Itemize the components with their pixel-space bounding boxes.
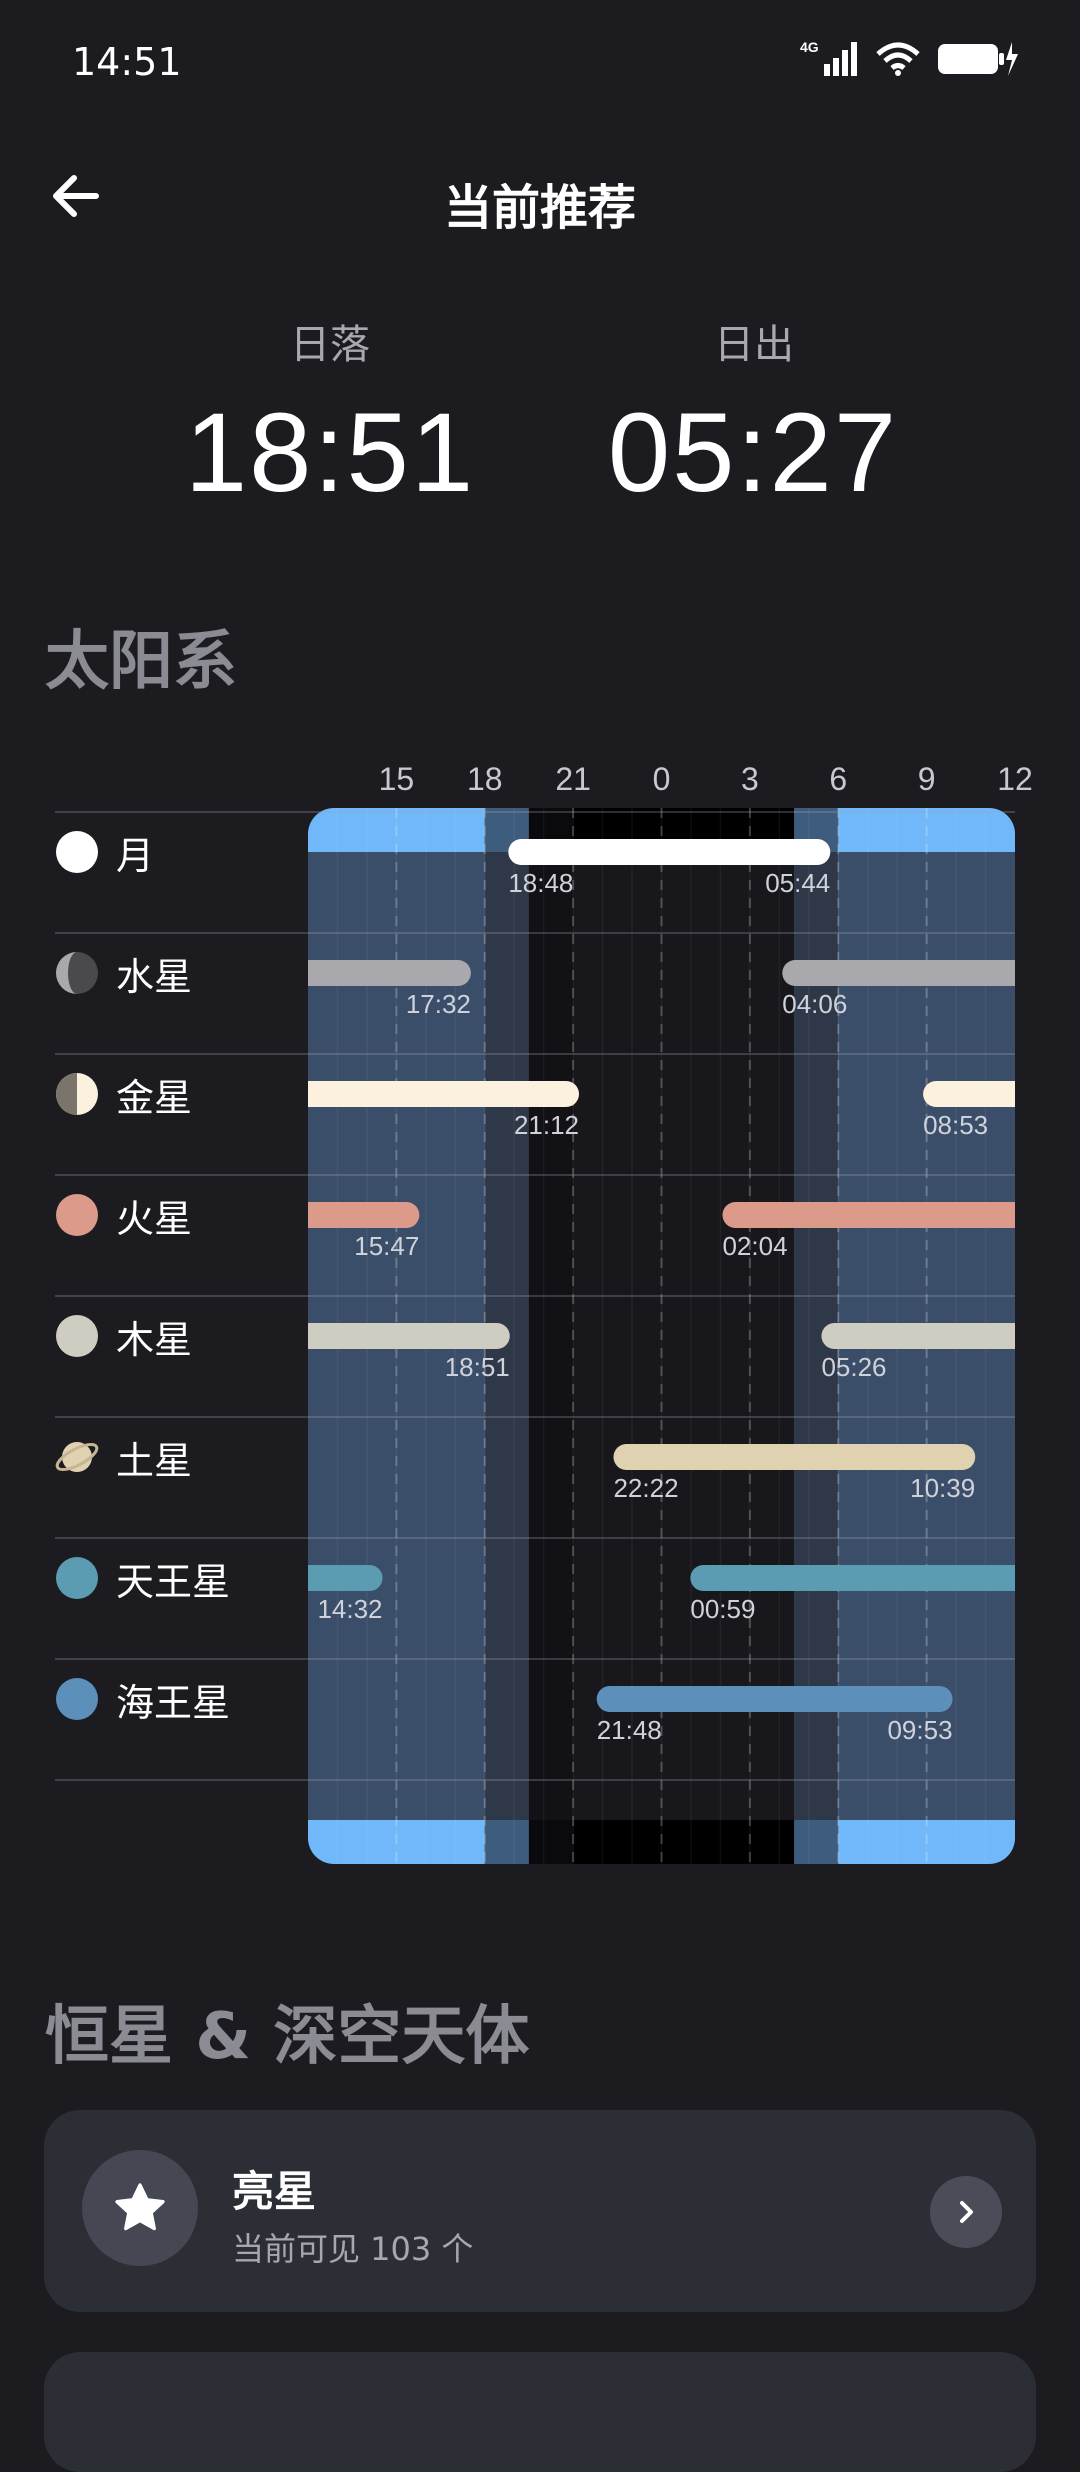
planet-row: 天王星 (54, 1552, 230, 1604)
visibility-bar (722, 1202, 1015, 1228)
neptune-icon (56, 1678, 98, 1720)
time-label-a: 18:51 (445, 1352, 510, 1382)
x-tick-label: 21 (555, 761, 591, 797)
section-title-solar-system: 太阳系 (45, 625, 237, 699)
planet-row: 土星 (54, 1431, 192, 1483)
planet-name: 火星 (116, 1196, 193, 1241)
time-label-a: 21:12 (514, 1110, 579, 1140)
star-badge (82, 2150, 198, 2266)
visibility-bar (308, 1323, 510, 1349)
planet-row: 水星 (54, 947, 192, 999)
x-tick-label: 18 (467, 761, 503, 797)
bright-stars-open-button[interactable] (930, 2176, 1002, 2248)
x-tick-label: 15 (379, 761, 415, 797)
visibility-bar (308, 1081, 580, 1107)
sunrise-time: 05:27 (607, 390, 899, 515)
visibility-bar (308, 960, 471, 986)
status-icons: 4G (800, 38, 1020, 78)
visibility-bar (923, 1081, 1015, 1107)
status-time: 14:51 (72, 40, 182, 84)
planet-row: 金星 (54, 1068, 192, 1120)
sunset-time: 18:51 (184, 390, 476, 515)
time-label-b: 05:26 (821, 1352, 886, 1382)
visibility-bar (821, 1323, 1015, 1349)
bright-stars-title: 亮星 (232, 2167, 317, 2216)
chevron-right-icon (960, 2201, 973, 2223)
time-label-a: 17:32 (406, 989, 471, 1019)
planet-name: 土星 (116, 1438, 193, 1483)
time-label-a: 18:48 (508, 868, 573, 898)
visibility-bar (508, 839, 831, 865)
time-label-b: 09:53 (887, 1715, 952, 1745)
time-label-b: 02:04 (722, 1231, 787, 1261)
venus-icon (56, 1073, 98, 1115)
time-label-a: 14:32 (317, 1594, 382, 1624)
x-tick-label: 12 (997, 761, 1033, 797)
planet-name: 木星 (116, 1317, 193, 1362)
time-label-b: 00:59 (690, 1594, 755, 1624)
time-label-a: 15:47 (354, 1231, 419, 1261)
bright-stars-subtitle: 当前可见 103 个 (232, 2230, 474, 2268)
network-type: 4G (800, 39, 819, 55)
time-label-a: 22:22 (613, 1473, 678, 1503)
sky-band-overlay-2 (528, 852, 574, 1820)
time-label-b: 05:44 (765, 868, 830, 898)
planet-name: 海王星 (116, 1680, 231, 1725)
x-tick-label: 9 (918, 761, 936, 797)
signal-icon: 4G (800, 39, 857, 76)
star-icon (115, 2183, 165, 2231)
mercury-icon (56, 952, 98, 994)
planet-name: 月 (116, 833, 155, 878)
visibility-bar (308, 1565, 383, 1591)
battery-icon (938, 42, 1018, 76)
planet-name: 金星 (116, 1075, 193, 1120)
time-label-b: 04:06 (782, 989, 847, 1019)
bright-stars-card[interactable]: 亮星 当前可见 103 个 (44, 2110, 1036, 2312)
planet-name: 天王星 (116, 1559, 231, 1604)
visibility-bar (596, 1686, 953, 1712)
time-label-b: 10:39 (910, 1473, 975, 1503)
visibility-bar (690, 1565, 1015, 1591)
wifi-icon (876, 42, 920, 76)
planet-row: 月 (54, 826, 154, 878)
jupiter-icon (56, 1315, 98, 1357)
time-label-a: 21:48 (597, 1715, 662, 1745)
planet-row: 海王星 (54, 1673, 230, 1725)
x-tick-label: 3 (741, 761, 759, 797)
visibility-bar (782, 960, 1015, 986)
moon-icon (56, 831, 98, 873)
time-label-b: 08:53 (923, 1110, 988, 1140)
uranus-icon (56, 1557, 98, 1599)
x-tick-label: 0 (653, 761, 671, 797)
visibility-bar (308, 1202, 420, 1228)
sunrise-label: 日出 (714, 322, 794, 368)
saturn-icon (55, 1442, 99, 1472)
x-tick-label: 6 (829, 761, 847, 797)
planet-name: 水星 (116, 954, 193, 999)
section-title-deep-sky: 恒星 & 深空天体 (45, 2000, 530, 2074)
deep-sky-card[interactable] (44, 2352, 1036, 2472)
sunset-label: 日落 (290, 322, 370, 368)
planet-row: 木星 (54, 1310, 192, 1362)
page-title: 当前推荐 (443, 180, 636, 236)
mars-icon (56, 1194, 98, 1236)
planet-row: 火星 (54, 1189, 192, 1241)
visibility-bar (613, 1444, 976, 1470)
sky-band-overlay-3 (573, 852, 795, 1820)
